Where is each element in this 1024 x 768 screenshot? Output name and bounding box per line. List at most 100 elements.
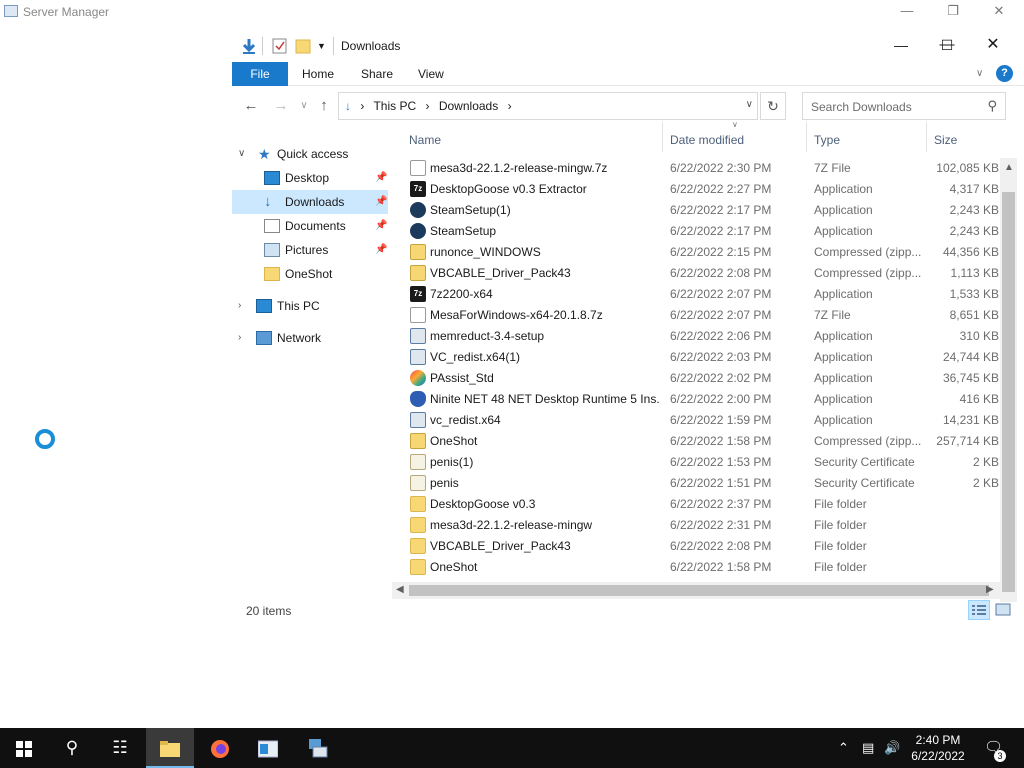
nav-quick-access[interactable]: ∨ ★ Quick access [232, 142, 388, 166]
column-divider[interactable] [806, 122, 807, 152]
scroll-right-icon[interactable]: ▶ [986, 584, 994, 595]
tab-share[interactable]: Share [361, 62, 393, 86]
breadcrumb-separator-icon[interactable]: › [508, 99, 512, 113]
horizontal-scroll-thumb[interactable] [409, 585, 989, 596]
breadcrumb-downloads[interactable]: Downloads [439, 99, 498, 113]
file-row[interactable]: VBCABLE_Driver_Pack43 6/22/2022 2:08 PM Fi… [402, 536, 998, 557]
up-icon[interactable]: ↑ [314, 96, 334, 116]
show-hidden-icons-icon[interactable]: ⌃ [838, 728, 849, 768]
pin-icon[interactable]: 📌 [375, 214, 387, 238]
nav-item-oneshot[interactable]: OneShot [232, 262, 388, 286]
search-icon[interactable]: ⚲ [48, 728, 96, 768]
address-dropdown-icon[interactable]: ∨ [746, 99, 753, 110]
file-row[interactable]: mesa3d-22.1.2-release-mingw.7z 6/22/2022 … [402, 158, 999, 179]
close-icon[interactable]: ✕ [976, 0, 1022, 24]
tab-home[interactable]: Home [302, 62, 334, 86]
new-folder-icon[interactable] [295, 37, 311, 55]
server-manager-titlebar[interactable]: Server Manager — ❐ ✕ [0, 0, 1024, 24]
back-icon[interactable]: ← [241, 96, 261, 116]
minimize-icon[interactable]: — [884, 0, 930, 24]
refresh-icon[interactable]: ↻ [760, 92, 786, 120]
chevron-right-icon[interactable]: › [238, 326, 241, 350]
minimize-icon[interactable]: — [878, 30, 924, 60]
file-row[interactable]: SteamSetup(1) 6/22/2022 2:17 PM Applicatio… [402, 200, 999, 221]
vertical-scrollbar[interactable]: ▲ [1000, 158, 1017, 602]
network-connections-taskbar-icon[interactable] [294, 728, 342, 768]
search-icon[interactable]: ⚲ [987, 98, 997, 114]
vertical-scroll-thumb[interactable] [1002, 192, 1015, 592]
file-name: OneShot [430, 434, 478, 448]
scroll-left-icon[interactable]: ◀ [396, 584, 404, 595]
nav-item-downloads[interactable]: ↓ Downloads 📌 [232, 190, 388, 214]
file-row[interactable]: OneShot 6/22/2022 1:58 PM File folder [402, 557, 998, 578]
file-row[interactable]: 7z 7z2200-x64 6/22/2022 2:07 PM Application… [402, 284, 999, 305]
file-row[interactable]: VBCABLE_Driver_Pack43 6/22/2022 2:08 PM Co… [402, 263, 999, 284]
nav-network[interactable]: › Network [232, 326, 388, 350]
properties-icon[interactable] [272, 37, 288, 55]
large-icons-view-icon[interactable] [992, 600, 1014, 620]
pin-icon[interactable]: 📌 [375, 190, 387, 214]
file-row[interactable]: MesaForWindows-x64-20.1.8.7z 6/22/2022 2:… [402, 305, 999, 326]
restore-icon[interactable]: ❐ [930, 0, 976, 24]
tab-view[interactable]: View [418, 62, 444, 86]
file-row[interactable]: memreduct-3.4-setup 6/22/2022 2:06 PM Appl… [402, 326, 999, 347]
firefox-icon[interactable] [196, 728, 244, 768]
action-center-icon[interactable]: 🗨 [984, 728, 1003, 768]
close-icon[interactable]: ✕ [970, 30, 1016, 60]
nav-this-pc[interactable]: › This PC [232, 294, 388, 318]
forward-icon[interactable]: → [271, 96, 291, 116]
task-view-icon[interactable]: ☷ [96, 728, 144, 768]
clock[interactable]: 2:40 PM 6/22/2022 [900, 732, 976, 764]
file-row[interactable]: DesktopGoose v0.3 6/22/2022 2:37 PM File f… [402, 494, 998, 515]
file-type: Compressed (zipp... [814, 266, 922, 280]
help-icon[interactable]: ? [996, 65, 1013, 82]
address-input[interactable]: ↓ › This PC › Downloads › ∨ [338, 92, 758, 120]
breadcrumb-separator-icon[interactable]: › [426, 99, 430, 113]
start-icon[interactable] [0, 728, 48, 768]
breadcrumb-this-pc[interactable]: This PC [373, 99, 416, 113]
search-input[interactable]: Search Downloads ⚲ [802, 92, 1006, 120]
pin-icon[interactable]: 📌 [375, 166, 387, 190]
nav-item-desktop[interactable]: Desktop 📌 [232, 166, 388, 190]
file-row[interactable]: PAssist_Std 6/22/2022 2:02 PM Application 3… [402, 368, 999, 389]
recent-locations-icon[interactable]: ∨ [294, 96, 314, 116]
server-manager-taskbar-icon[interactable] [244, 728, 292, 768]
file-row[interactable]: 7z DesktopGoose v0.3 Extractor 6/22/2022 2… [402, 179, 999, 200]
qat-dropdown-icon[interactable]: ▼ [317, 37, 327, 55]
column-type[interactable]: Type [814, 128, 840, 152]
network-status-icon[interactable]: ▤ [862, 728, 874, 768]
column-date-modified[interactable]: Date modified [670, 128, 744, 152]
volume-icon[interactable]: 🔊 [884, 728, 900, 768]
file-type: Security Certificate [814, 476, 915, 490]
pin-icon[interactable]: 📌 [375, 238, 387, 262]
nav-item-documents[interactable]: Documents 📌 [232, 214, 388, 238]
maximize-icon[interactable]: ☐ [924, 30, 970, 60]
file-row[interactable]: vc_redist.x64 6/22/2022 1:59 PM Applicatio… [402, 410, 999, 431]
file-explorer-taskbar-icon[interactable] [146, 728, 194, 768]
horizontal-scrollbar[interactable]: ◀ ▶ [392, 582, 1000, 599]
details-view-icon[interactable] [968, 600, 990, 620]
chevron-down-icon[interactable]: ∨ [238, 142, 245, 166]
file-tab[interactable]: File [232, 62, 288, 86]
file-row[interactable]: mesa3d-22.1.2-release-mingw 6/22/2022 2:3… [402, 515, 998, 536]
file-size: 102,085 KB [936, 161, 999, 175]
file-size: 257,714 KB [936, 434, 999, 448]
file-row[interactable]: OneShot 6/22/2022 1:58 PM Compressed (zipp… [402, 431, 999, 452]
file-row[interactable]: VC_redist.x64(1) 6/22/2022 2:03 PM Applica… [402, 347, 999, 368]
column-divider[interactable] [662, 122, 663, 152]
item-count: 20 items [246, 604, 292, 618]
file-date-modified: 6/22/2022 2:08 PM [670, 539, 772, 553]
column-size[interactable]: Size [934, 128, 957, 152]
nav-item-pictures[interactable]: Pictures 📌 [232, 238, 388, 262]
column-name[interactable]: Name [409, 128, 441, 152]
column-divider[interactable] [926, 122, 927, 152]
file-row[interactable]: penis(1) 6/22/2022 1:53 PM Security Certif… [402, 452, 999, 473]
scroll-up-icon[interactable]: ▲ [1004, 162, 1014, 173]
chevron-right-icon[interactable]: › [238, 294, 241, 318]
expand-ribbon-icon[interactable]: ∨ [976, 62, 983, 86]
file-row[interactable]: penis 6/22/2022 1:51 PM Security Certifica… [402, 473, 999, 494]
file-row[interactable]: SteamSetup 6/22/2022 2:17 PM Application 2,… [402, 221, 999, 242]
file-row[interactable]: runonce_WINDOWS 6/22/2022 2:15 PM Compress… [402, 242, 999, 263]
file-row[interactable]: Ninite NET 48 NET Desktop Runtime 5 Ins.… [402, 389, 999, 410]
breadcrumb-separator-icon[interactable]: › [360, 99, 364, 113]
